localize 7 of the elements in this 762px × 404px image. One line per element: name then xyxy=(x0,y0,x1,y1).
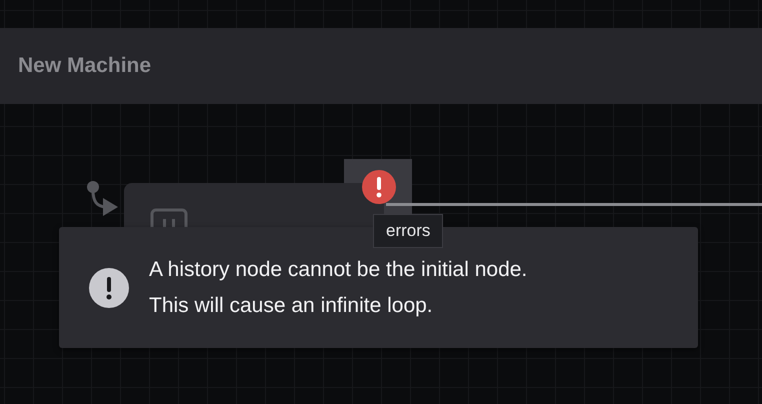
tooltip: errors xyxy=(373,214,444,248)
toast-message: This will cause an infinite loop. xyxy=(149,294,434,318)
state-icon xyxy=(150,208,188,227)
error-icon[interactable] xyxy=(361,169,397,205)
machine-title: New Machine xyxy=(18,54,152,78)
toast-message: A history node cannot be the initial node. xyxy=(149,258,528,282)
state-node[interactable] xyxy=(124,183,384,227)
